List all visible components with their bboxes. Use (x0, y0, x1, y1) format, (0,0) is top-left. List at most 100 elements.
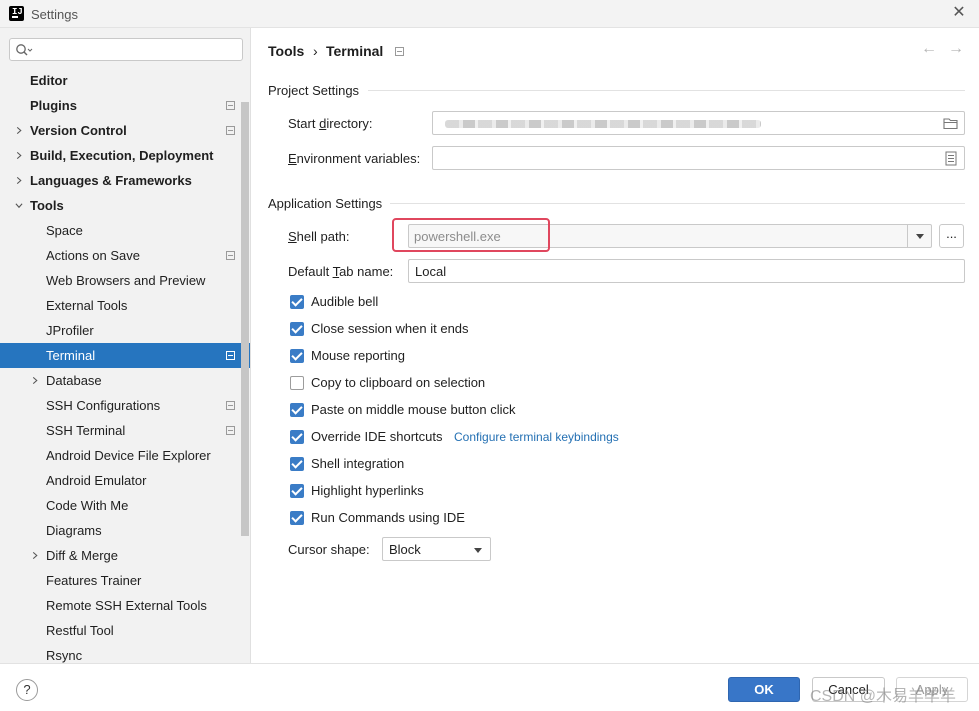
checkbox-label: Highlight hyperlinks (311, 483, 424, 498)
sidebar-item-actions-on-save[interactable]: Actions on Save (0, 243, 240, 268)
back-arrow-icon[interactable]: ← (921, 40, 937, 58)
sidebar-item-android-emulator[interactable]: Android Emulator (0, 468, 240, 493)
breadcrumb-separator: › (313, 43, 318, 59)
cursor-shape-select[interactable]: Block (382, 537, 491, 561)
checkbox-unchecked-icon[interactable] (290, 376, 304, 390)
chevron-right-icon[interactable] (15, 126, 23, 135)
sidebar-item-diagrams[interactable]: Diagrams (0, 518, 240, 543)
breadcrumb-parent[interactable]: Tools (268, 43, 304, 59)
chevron-right-icon[interactable] (31, 551, 39, 560)
sidebar-item-label: JProfiler (46, 323, 94, 338)
checkbox-label: Mouse reporting (311, 348, 405, 363)
sidebar-item-label: Plugins (30, 98, 77, 113)
configure-keybindings-link[interactable]: Configure terminal keybindings (454, 430, 619, 444)
shell-path-label: Shell path: (288, 229, 350, 244)
sidebar-item-plugins[interactable]: Plugins (0, 93, 240, 118)
search-icon (16, 44, 33, 56)
settings-sidebar: Editor Plugins Version Control Build, Execu… (0, 28, 251, 663)
search-input[interactable] (9, 38, 243, 61)
sidebar-item-label: Actions on Save (46, 248, 140, 263)
sidebar-item-ssh-configurations[interactable]: SSH Configurations (0, 393, 240, 418)
sidebar-item-space[interactable]: Space (0, 218, 240, 243)
sidebar-item-tools[interactable]: Tools (0, 193, 240, 218)
sidebar-item-label: Version Control (30, 123, 127, 138)
checkbox-checked-icon[interactable] (290, 322, 304, 336)
chevron-right-icon[interactable] (15, 151, 23, 160)
module-icon (226, 401, 235, 410)
sidebar-item-web-browsers-preview[interactable]: Web Browsers and Preview (0, 268, 240, 293)
sidebar-item-label: Space (46, 223, 83, 238)
checkbox-label: Override IDE shortcuts (311, 429, 443, 444)
ok-button[interactable]: OK (728, 677, 800, 702)
sidebar-item-build-execution-deployment[interactable]: Build, Execution, Deployment (0, 143, 240, 168)
sidebar-item-label: Android Device File Explorer (46, 448, 211, 463)
default-tab-name-value: Local (415, 264, 447, 279)
module-icon (226, 351, 235, 360)
sidebar-item-label: Languages & Frameworks (30, 173, 192, 188)
chevron-right-icon[interactable] (15, 176, 23, 185)
chevron-down-icon[interactable] (907, 224, 931, 248)
sidebar-item-label: Features Trainer (46, 573, 142, 588)
sidebar-item-label: Code With Me (46, 498, 129, 513)
sidebar-item-label: Diagrams (46, 523, 102, 538)
help-button[interactable]: ? (16, 679, 38, 701)
document-icon[interactable] (945, 151, 957, 166)
checkbox-checked-icon[interactable] (290, 511, 304, 525)
sidebar-item-rsync[interactable]: Rsync (0, 643, 240, 663)
sidebar-item-jprofiler[interactable]: JProfiler (0, 318, 240, 343)
environment-variables-field[interactable] (432, 146, 965, 170)
sidebar-item-code-with-me[interactable]: Code With Me (0, 493, 240, 518)
application-settings-title: Application Settings (268, 196, 383, 211)
redacted-path (445, 120, 761, 128)
checkbox-checked-icon[interactable] (290, 295, 304, 309)
sidebar-item-label: External Tools (46, 298, 128, 313)
folder-icon[interactable] (943, 117, 959, 130)
checkbox-checked-icon[interactable] (290, 484, 304, 498)
sidebar-item-remote-ssh-external-tools[interactable]: Remote SSH External Tools (0, 593, 240, 618)
sidebar-item-label: Diff & Merge (46, 548, 119, 563)
close-icon[interactable]: ✕ (950, 4, 968, 22)
default-tab-name-label: Default Tab name: (288, 264, 394, 279)
checkbox-checked-icon[interactable] (290, 349, 304, 363)
sidebar-item-external-tools[interactable]: External Tools (0, 293, 240, 318)
chevron-right-icon[interactable] (31, 376, 39, 385)
module-icon (226, 251, 235, 260)
sidebar-item-database[interactable]: Database (0, 368, 240, 393)
main-panel: Tools › Terminal ← → Project Settings St… (252, 28, 979, 663)
checkbox-checked-icon[interactable] (290, 430, 304, 444)
sidebar-item-features-trainer[interactable]: Features Trainer (0, 568, 240, 593)
sidebar-item-label: Rsync (46, 648, 83, 663)
start-directory-field[interactable] (432, 111, 965, 135)
sidebar-item-restful-tool[interactable]: Restful Tool (0, 618, 240, 643)
checkbox-label: Close session when it ends (311, 321, 469, 336)
module-icon (226, 426, 235, 435)
sidebar-item-ssh-terminal[interactable]: SSH Terminal (0, 418, 240, 443)
sidebar-item-diff-merge[interactable]: Diff & Merge (0, 543, 240, 568)
checkbox-label: Run Commands using IDE (311, 510, 465, 525)
default-tab-name-field[interactable]: Local (408, 259, 965, 283)
title-bar: IJ Settings ✕ (0, 0, 979, 28)
checkbox-checked-icon[interactable] (290, 403, 304, 417)
sidebar-item-android-device-file-explorer[interactable]: Android Device File Explorer (0, 443, 240, 468)
sidebar-item-version-control[interactable]: Version Control (0, 118, 240, 143)
forward-arrow-icon[interactable]: → (948, 40, 964, 58)
chevron-down-icon[interactable] (15, 201, 23, 210)
sidebar-item-label: Editor (30, 73, 68, 88)
start-directory-label: Start directory: (288, 116, 373, 131)
sidebar-item-languages-frameworks[interactable]: Languages & Frameworks (0, 168, 240, 193)
sidebar-item-label: Terminal (46, 348, 96, 363)
module-icon (226, 101, 235, 110)
section-divider (368, 90, 965, 91)
sidebar-scrollbar[interactable] (241, 102, 249, 536)
environment-variables-label: Environment variables: (288, 151, 421, 166)
sidebar-item-label: Database (46, 373, 102, 388)
project-settings-title: Project Settings (268, 83, 360, 98)
checkbox-checked-icon[interactable] (290, 457, 304, 471)
sidebar-item-label: Tools (30, 198, 64, 213)
sidebar-item-label: Build, Execution, Deployment (30, 148, 214, 163)
module-icon (226, 126, 235, 135)
sidebar-item-terminal[interactable]: Terminal (0, 343, 250, 368)
sidebar-item-editor[interactable]: Editor (0, 68, 240, 93)
highlight-box (392, 218, 550, 252)
browse-shell-button[interactable]: ... (939, 224, 964, 248)
